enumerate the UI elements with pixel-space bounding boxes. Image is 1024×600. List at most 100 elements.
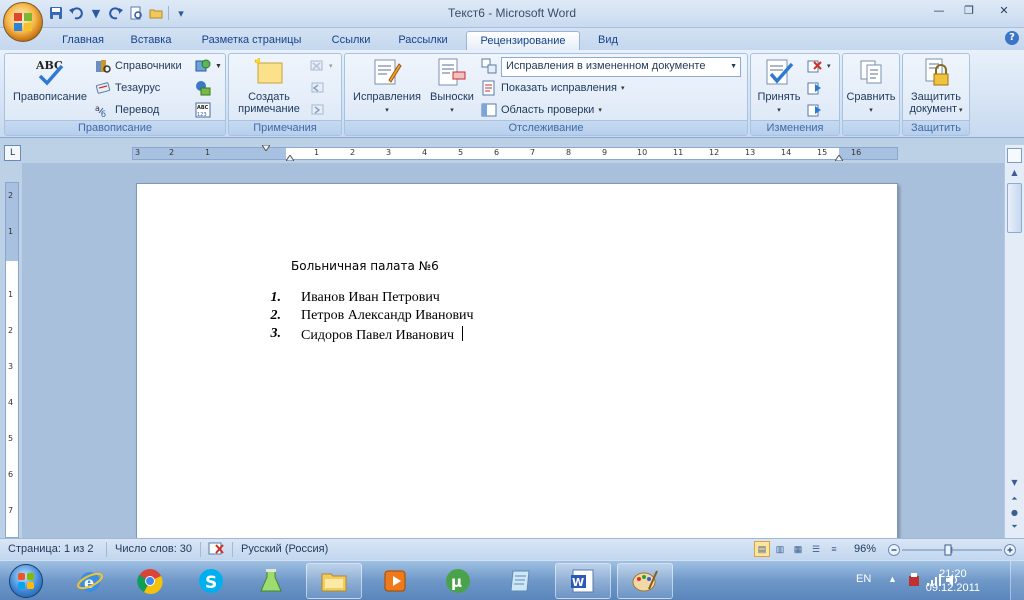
view-ruler-toggle-icon[interactable] bbox=[1007, 148, 1022, 163]
word-count[interactable]: Число слов: 30 bbox=[115, 543, 192, 555]
combo-arrow-icon: ▼ bbox=[730, 63, 737, 70]
tab-home[interactable]: Главная bbox=[56, 31, 110, 50]
help-icon[interactable]: ? bbox=[1005, 31, 1019, 45]
start-button[interactable] bbox=[4, 563, 48, 599]
taskbar-notes[interactable] bbox=[493, 563, 549, 599]
zoom-slider[interactable] bbox=[888, 543, 1018, 557]
list-item-text-value: Сидоров Павел Иванович bbox=[301, 328, 455, 343]
new-comment-button[interactable]: Создать примечание bbox=[233, 56, 305, 115]
previous-page-icon[interactable]: ⏶ bbox=[1007, 492, 1022, 506]
previous-change-button[interactable] bbox=[807, 79, 823, 97]
horizontal-ruler[interactable]: 3 2 1 1 2 3 4 5 6 7 8 9 10 11 12 13 14 1… bbox=[132, 145, 898, 161]
ruler-number: 10 bbox=[637, 148, 648, 157]
tab-mailings[interactable]: Рассылки bbox=[394, 31, 452, 50]
previous-comment-button[interactable] bbox=[309, 79, 325, 97]
ruler-number: 5 bbox=[458, 148, 464, 157]
show-hidden-icons-icon[interactable]: ▲ bbox=[888, 574, 897, 584]
list-item[interactable]: 3. Сидоров Павел Иванович bbox=[267, 326, 474, 344]
word-count-button[interactable]: ABC 123 bbox=[195, 101, 211, 119]
tab-references[interactable]: Ссылки bbox=[327, 31, 375, 50]
track-changes-button[interactable]: Исправления ▾ bbox=[349, 56, 425, 117]
list-number: 2. bbox=[270, 308, 282, 323]
translate-label: Перевод bbox=[115, 104, 160, 116]
office-button[interactable] bbox=[3, 2, 43, 42]
taskbar-utorrent[interactable]: µ bbox=[430, 563, 486, 599]
compare-button[interactable]: Сравнить ▾ bbox=[845, 56, 897, 117]
taskbar-word[interactable]: W bbox=[555, 563, 611, 599]
print-layout-view-icon[interactable]: ▤ bbox=[754, 541, 770, 557]
show-markup-button[interactable]: Показать исправления ▾ bbox=[481, 79, 624, 97]
tab-review[interactable]: Рецензирование bbox=[466, 31, 580, 50]
right-indent-icon[interactable] bbox=[835, 155, 843, 161]
reviewing-pane-button[interactable]: Область проверки ▾ bbox=[481, 101, 602, 119]
scroll-down-arrow-icon[interactable]: ▼ bbox=[1007, 475, 1022, 490]
display-for-review-combo[interactable]: Исправления в измененном документе ▼ bbox=[501, 57, 741, 77]
list-item[interactable]: 1. Иванов Иван Петрович bbox=[267, 290, 474, 308]
proofing-status-icon[interactable] bbox=[207, 541, 227, 560]
translation-tooltip-button[interactable] bbox=[195, 79, 211, 97]
close-button[interactable]: ✕ bbox=[984, 0, 1024, 20]
web-layout-view-icon[interactable]: ▦ bbox=[790, 541, 806, 557]
ruler-number: 12 bbox=[709, 148, 720, 157]
maximize-button[interactable]: ❐ bbox=[954, 0, 984, 20]
reject-button[interactable]: ▾ bbox=[807, 57, 831, 75]
accept-button[interactable]: Принять ▾ bbox=[753, 56, 805, 117]
translate-button[interactable]: aб Перевод bbox=[95, 101, 159, 119]
references-button[interactable]: Справочники bbox=[95, 57, 182, 75]
tab-page-layout[interactable]: Разметка страницы bbox=[195, 31, 308, 50]
spelling-button[interactable]: ABC Правописание bbox=[9, 56, 91, 103]
ruler-number: 7 bbox=[8, 506, 14, 515]
research-books-icon bbox=[95, 58, 111, 74]
select-browse-object-icon[interactable]: ● bbox=[1007, 506, 1022, 520]
system-clock[interactable]: 21:20 09.12.2011 bbox=[926, 567, 980, 595]
vertical-ruler[interactable]: 2 1 1 2 3 4 5 6 7 bbox=[5, 182, 19, 538]
hanging-indent-icon[interactable] bbox=[286, 155, 294, 161]
tab-insert[interactable]: Вставка bbox=[126, 31, 176, 50]
next-page-icon[interactable]: ⏷ bbox=[1007, 520, 1022, 534]
taskbar-skype[interactable]: S bbox=[183, 563, 239, 599]
page-indicator[interactable]: Страница: 1 из 2 bbox=[8, 543, 94, 555]
scroll-up-arrow-icon[interactable]: ▲ bbox=[1007, 165, 1022, 180]
protect-document-button[interactable]: Защитить документ ▾ bbox=[904, 56, 968, 117]
language-indicator[interactable]: Русский (Россия) bbox=[241, 543, 328, 555]
delete-comment-button[interactable]: ▾ bbox=[309, 57, 333, 75]
accept-label: Принять bbox=[757, 91, 801, 103]
tab-view[interactable]: Вид bbox=[594, 31, 622, 50]
document-heading[interactable]: Больничная палата №6 bbox=[291, 259, 439, 273]
tray-app-icon[interactable] bbox=[908, 572, 922, 591]
outline-view-icon[interactable]: ☰ bbox=[808, 541, 824, 557]
taskbar-green-app[interactable] bbox=[243, 563, 299, 599]
full-screen-reading-view-icon[interactable]: ▥ bbox=[772, 541, 788, 557]
reviewing-pane-icon bbox=[481, 102, 497, 118]
system-tray: EN ▲ 21:20 09.12.2011 bbox=[824, 561, 1024, 600]
next-comment-button[interactable] bbox=[309, 101, 325, 119]
ruler-number: 2 bbox=[169, 148, 175, 157]
minimize-button[interactable]: — bbox=[924, 0, 954, 20]
svg-text:123: 123 bbox=[197, 112, 207, 118]
set-language-button[interactable]: ▼ bbox=[195, 57, 222, 75]
display-review-icon bbox=[481, 58, 497, 74]
taskbar-paint[interactable] bbox=[617, 563, 673, 599]
thesaurus-button[interactable]: Тезаурус bbox=[95, 79, 160, 97]
tab-selector-icon[interactable]: L bbox=[4, 145, 21, 161]
display-for-review-icon-btn[interactable] bbox=[481, 57, 497, 75]
next-change-button[interactable] bbox=[807, 101, 823, 119]
taskbar-internet-explorer[interactable]: e bbox=[62, 563, 118, 599]
show-desktop-button[interactable] bbox=[1010, 561, 1024, 600]
vertical-scrollbar[interactable]: ▲ ▼ ⏶ ● ⏷ bbox=[1004, 145, 1024, 538]
language-indicator-tray[interactable]: EN bbox=[856, 573, 871, 585]
scroll-thumb[interactable] bbox=[1007, 183, 1022, 233]
document-page[interactable]: Больничная палата №6 1. Иванов Иван Петр… bbox=[136, 183, 898, 543]
taskbar-media-player[interactable] bbox=[368, 563, 424, 599]
list-item[interactable]: 2. Петров Александр Иванович bbox=[267, 308, 474, 326]
zoom-level[interactable]: 96% bbox=[854, 543, 876, 555]
taskbar-explorer[interactable] bbox=[306, 563, 362, 599]
balloons-button[interactable]: Выноски ▾ bbox=[425, 56, 479, 117]
ruler-number: 6 bbox=[8, 470, 14, 479]
compare-label: Сравнить bbox=[846, 91, 896, 103]
first-line-indent-icon[interactable] bbox=[262, 145, 270, 151]
draft-view-icon[interactable]: ≡ bbox=[826, 541, 842, 557]
ruler-number: 14 bbox=[781, 148, 792, 157]
taskbar-chrome[interactable] bbox=[122, 563, 178, 599]
new-comment-label-1: Создать bbox=[248, 91, 290, 103]
